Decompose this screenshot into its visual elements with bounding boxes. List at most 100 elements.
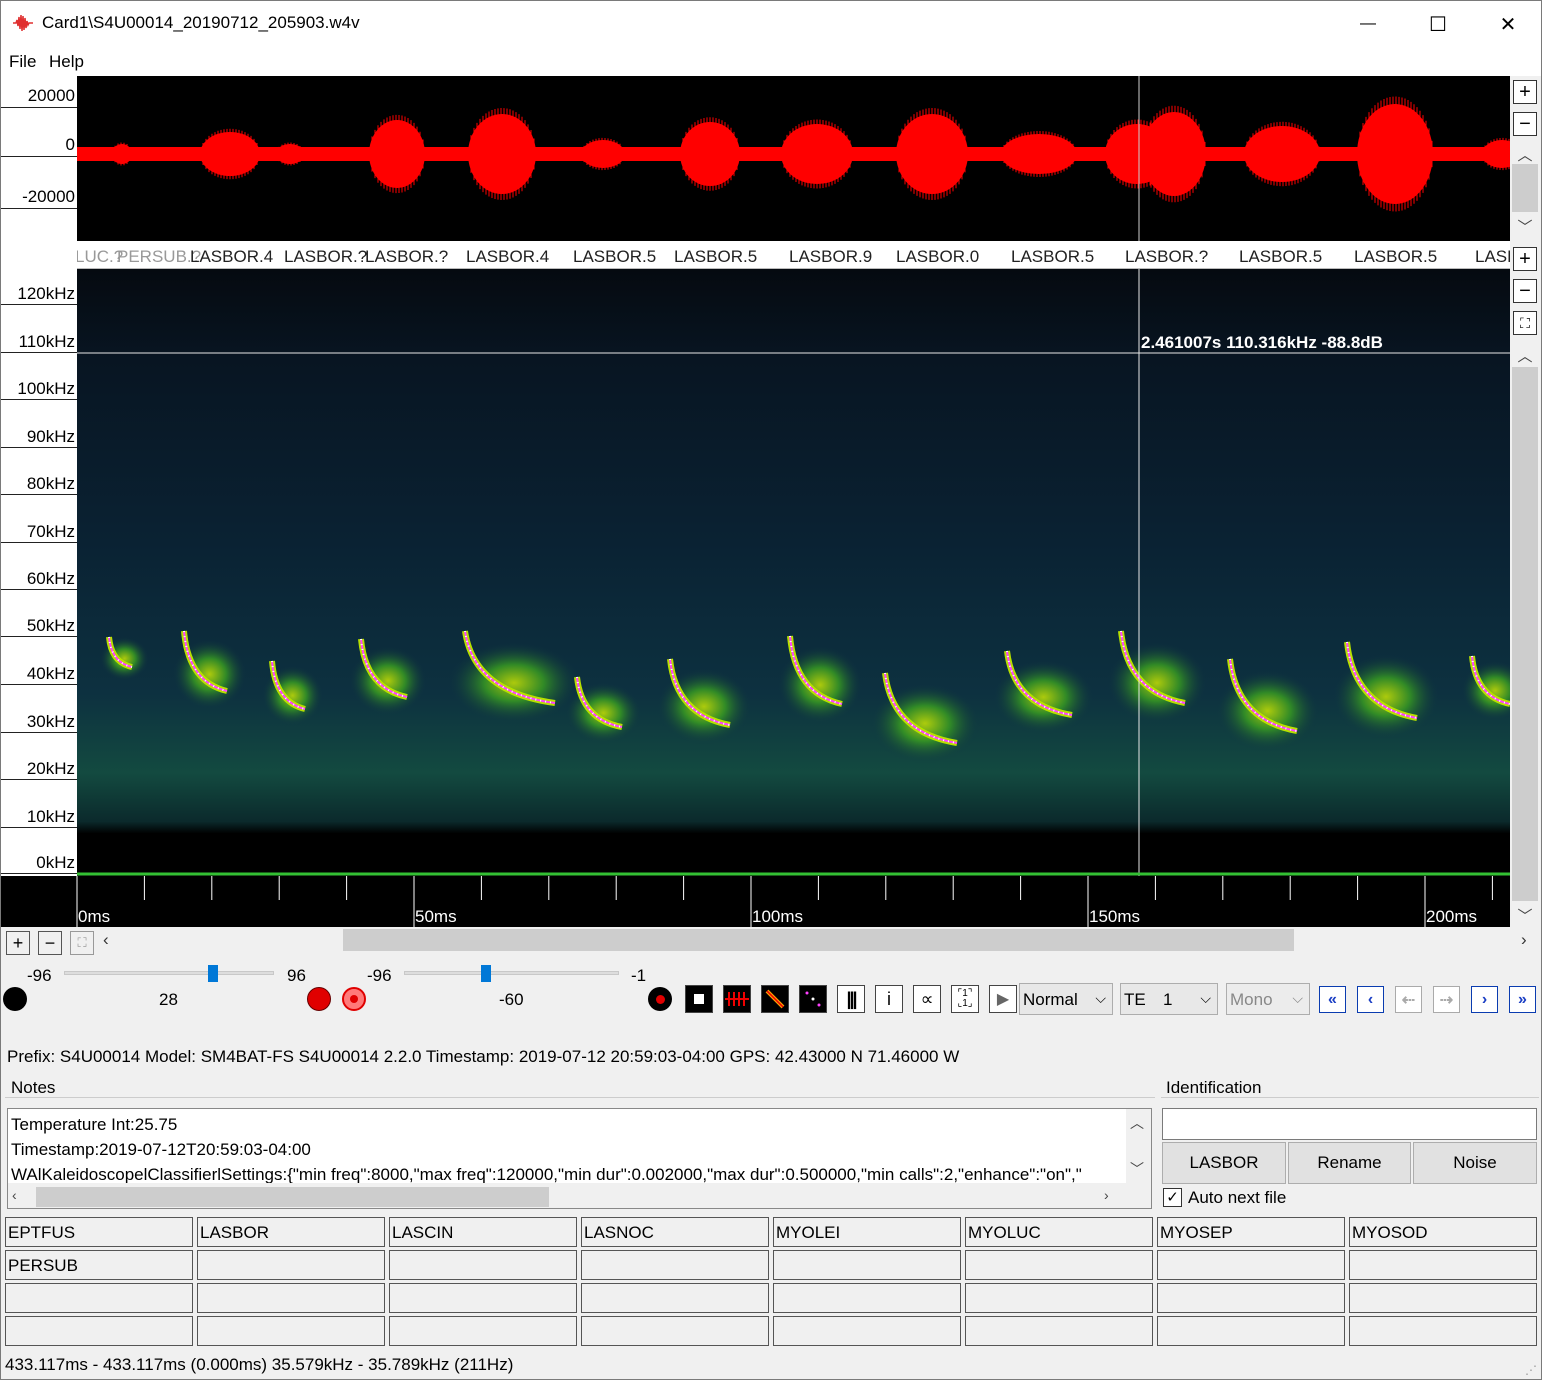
call-label[interactable]: LASBOR.? [1125,247,1208,267]
species-button[interactable] [581,1283,769,1313]
mode-select[interactable]: Normal ⌵ [1019,983,1113,1015]
species-button[interactable] [389,1283,577,1313]
chevron-down-icon[interactable]: ﹀ [1510,216,1540,237]
chevron-up-icon[interactable]: ︿ [1130,1113,1144,1133]
species-button[interactable] [773,1316,961,1346]
waveform-zoom-out-button[interactable]: − [1513,112,1537,136]
species-button[interactable] [197,1250,385,1280]
call-label[interactable]: LASBOR.5 [1239,247,1322,267]
time-fit-button[interactable]: ⛶ [70,931,94,955]
auto-next-checkbox[interactable]: ✓ [1163,1188,1182,1207]
proportional-button[interactable]: ∝ [913,985,941,1013]
species-button[interactable] [197,1283,385,1313]
te-select[interactable]: TE 1 ⌵ [1120,983,1218,1015]
trace-button[interactable] [761,985,789,1013]
species-button[interactable] [389,1250,577,1280]
record-loop-icon[interactable] [342,987,366,1011]
gain-slider-track[interactable] [64,971,274,975]
time-zoom-in-button[interactable]: + [6,931,30,955]
minimize-button[interactable]: — [1333,1,1403,47]
bars-button[interactable]: ||| [837,985,865,1013]
species-button[interactable] [1157,1250,1345,1280]
call-label[interactable]: LASBOR.5 [674,247,757,267]
species-button[interactable]: LASCIN [389,1217,577,1247]
gain-slider-thumb[interactable] [208,965,219,982]
call-label[interactable]: PERSUB.? [117,247,201,267]
call-label[interactable]: LASBOR.5 [1354,247,1437,267]
chevron-down-icon[interactable]: ﹀ [1510,905,1540,926]
call-label[interactable]: LASBOR.5 [573,247,656,267]
call-label[interactable]: LASBOR.5 [1011,247,1094,267]
close-button[interactable]: ✕ [1473,1,1542,47]
waveform-plot[interactable] [77,76,1510,241]
noise-button[interactable]: Noise [1413,1142,1537,1184]
waveform-scroll-thumb[interactable] [1512,164,1538,212]
call-label[interactable]: LASB [1475,247,1510,267]
species-button[interactable] [5,1316,193,1346]
call-label[interactable]: LASBOR.9 [789,247,872,267]
call-label[interactable]: LASBOR.4 [190,247,273,267]
threshold-slider-track[interactable] [404,971,619,975]
play-button[interactable]: ▶ [989,985,1017,1013]
species-button[interactable] [581,1250,769,1280]
species-button[interactable] [1157,1283,1345,1313]
species-button[interactable] [389,1316,577,1346]
chevron-left-icon[interactable]: ‹ [103,930,109,950]
species-button[interactable] [197,1316,385,1346]
spectrogram-scroll-thumb[interactable] [1512,367,1538,901]
spectrogram-zoom-out-button[interactable]: − [1513,279,1537,303]
species-button[interactable]: PERSUB [5,1250,193,1280]
species-button[interactable] [1349,1283,1537,1313]
spectrogram-fit-button[interactable]: ⛶ [1513,311,1537,335]
rename-button[interactable]: Rename [1288,1142,1411,1184]
species-button[interactable]: MYOSEP [1157,1217,1345,1247]
call-label[interactable]: LASBOR.? [365,247,448,267]
record-red-icon[interactable] [307,987,331,1011]
resize-grip-icon[interactable]: ⋰ [1525,1363,1537,1377]
last-file-button[interactable]: » [1509,986,1536,1013]
call-label[interactable]: LASBOR.4 [466,247,549,267]
species-button[interactable] [965,1250,1153,1280]
chevron-up-icon[interactable]: ︿ [1510,144,1540,165]
call-label[interactable]: LASBOR.0 [896,247,979,267]
maximize-button[interactable]: ☐ [1403,1,1473,47]
notes-hscroll-thumb[interactable] [36,1187,549,1207]
species-button[interactable]: LASNOC [581,1217,769,1247]
record-dot-icon[interactable] [3,987,27,1011]
species-button[interactable] [965,1283,1153,1313]
identification-input[interactable] [1162,1108,1537,1140]
identify-lasbor-button[interactable]: LASBOR [1162,1142,1286,1184]
species-button[interactable] [1349,1250,1537,1280]
first-file-button[interactable]: « [1319,986,1346,1013]
species-button[interactable]: MYOLUC [965,1217,1153,1247]
call-marks-button[interactable] [723,985,751,1013]
menu-file[interactable]: File [9,52,36,72]
species-button[interactable] [1349,1316,1537,1346]
info-button[interactable]: i [875,985,903,1013]
call-label[interactable]: LASBOR.? [284,247,367,267]
next-file-button[interactable]: › [1471,986,1498,1013]
time-zoom-out-button[interactable]: − [38,931,62,955]
spectrogram-plot[interactable]: 2.461007s 110.316kHz -88.8dB [77,269,1510,876]
menu-help[interactable]: Help [49,52,84,72]
chevron-up-icon[interactable]: ︿ [1510,345,1540,366]
dots-button[interactable] [799,985,827,1013]
horizontal-scroll-thumb[interactable] [343,929,1294,951]
stop-button[interactable] [685,985,713,1013]
species-button[interactable] [5,1283,193,1313]
stop-record-icon[interactable] [648,987,672,1011]
species-button[interactable]: MYOLEI [773,1217,961,1247]
species-button[interactable] [773,1250,961,1280]
threshold-slider-thumb[interactable] [480,965,491,982]
chevron-right-icon[interactable]: › [1104,1187,1109,1203]
species-button[interactable] [773,1283,961,1313]
species-button[interactable]: MYOSOD [1349,1217,1537,1247]
waveform-zoom-in-button[interactable]: + [1513,80,1537,104]
chevron-down-icon[interactable]: ﹀ [1130,1159,1144,1179]
notes-textarea[interactable]: Temperature Int:25.75 Timestamp:2019-07-… [7,1108,1152,1209]
spectrogram-zoom-in-button[interactable]: + [1513,247,1537,271]
chevron-left-icon[interactable]: ‹ [12,1187,17,1203]
chevron-right-icon[interactable]: › [1521,930,1527,950]
species-button[interactable] [965,1316,1153,1346]
prev-file-button[interactable]: ‹ [1357,986,1384,1013]
